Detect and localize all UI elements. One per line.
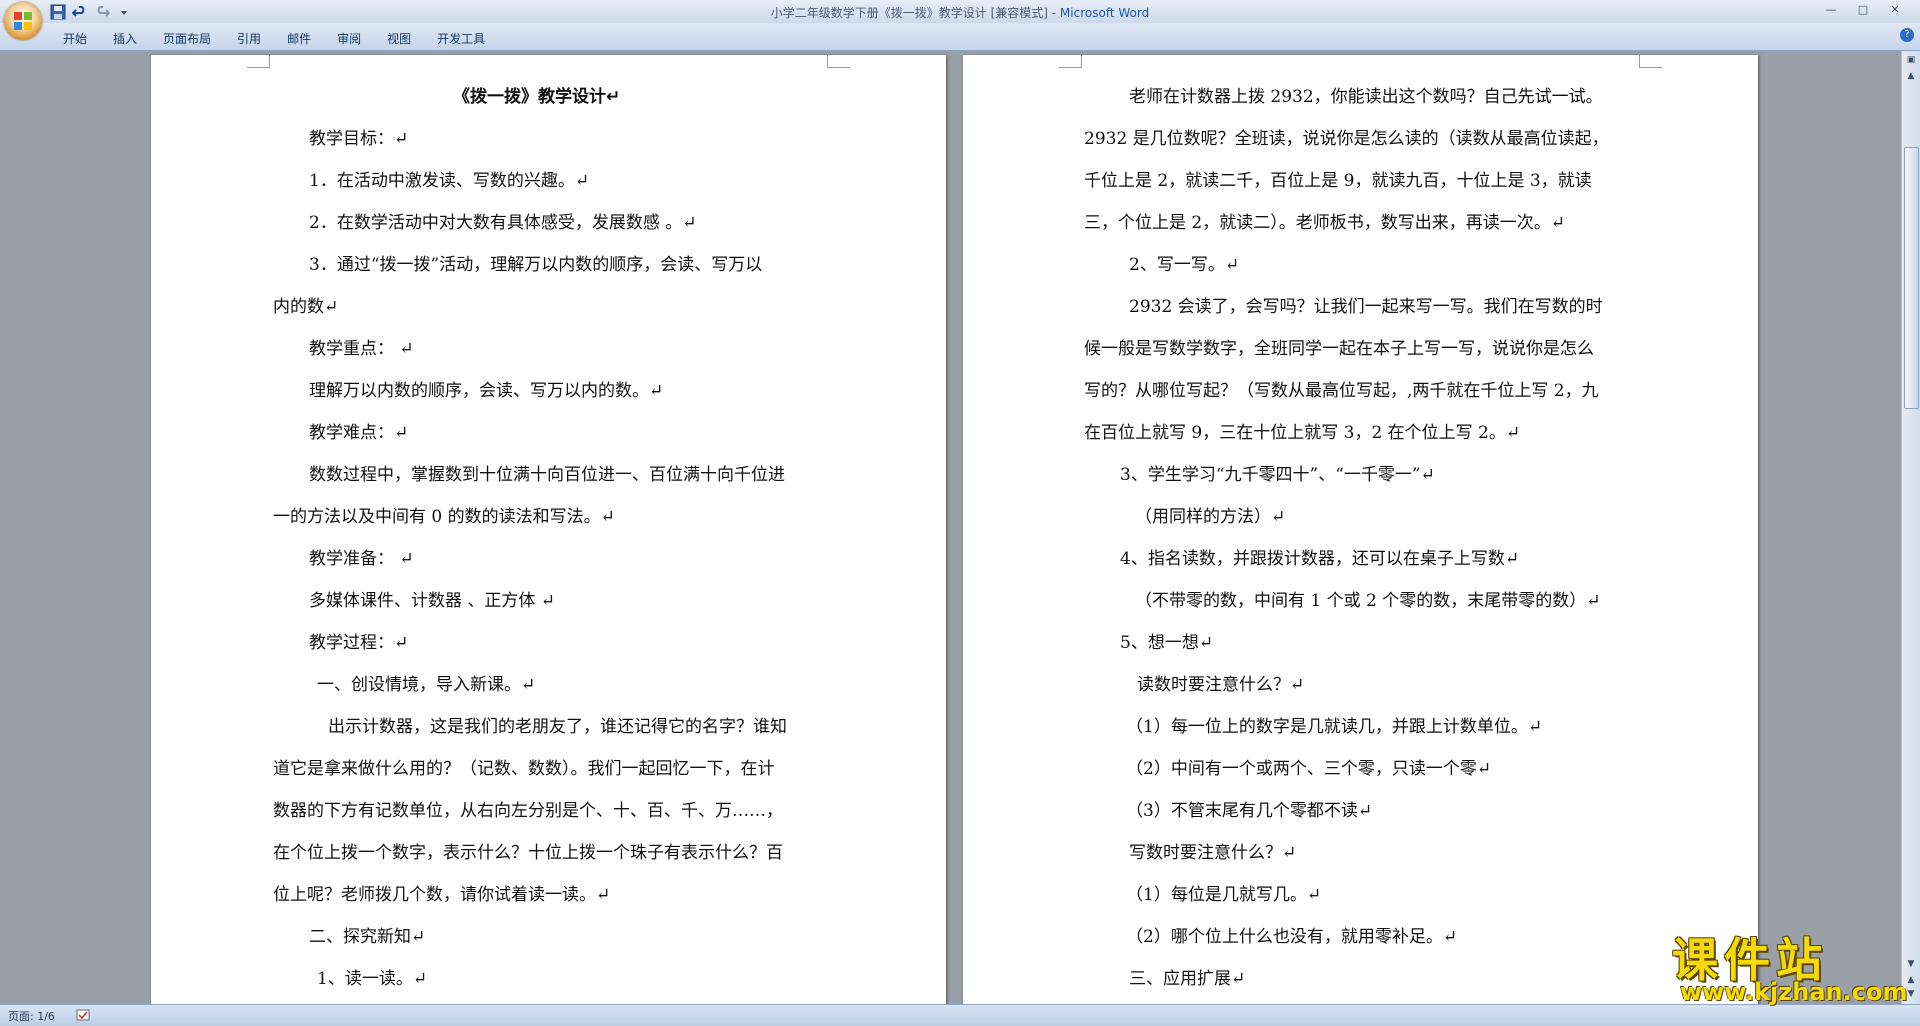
text-line: 三，个位上是 2，就读二）。老师板书，数写出来，再读一次。↵ xyxy=(1084,213,1565,233)
office-logo-icon xyxy=(14,12,32,30)
proofing-icon[interactable] xyxy=(76,1008,90,1022)
tab-page-layout[interactable]: 页面布局 xyxy=(150,28,224,49)
text-line: 道它是拿来做什么用的？（记数、数数）。我们一起回忆一下，在计 xyxy=(273,759,775,779)
text-line: 出示计数器，这是我们的老朋友了，谁还记得它的名字？谁知 xyxy=(328,717,787,737)
text-line: 一、创设情境，导入新课。↵ xyxy=(317,675,536,695)
margin-corner-mark xyxy=(827,55,850,68)
text-line: 在百位上就写 9，三在十位上就写 3，2 在个位上写 2。↵ xyxy=(1084,423,1521,443)
tab-review[interactable]: 审阅 xyxy=(324,28,374,49)
text-line: 2932 会读了，会写吗？让我们一起来写一写。我们在写数的时 xyxy=(1129,297,1603,317)
text-line: 三、应用扩展↵ xyxy=(1129,969,1246,989)
scrollbar-thumb[interactable] xyxy=(1904,147,1919,409)
ribbon-tabs: 开始 插入 页面布局 引用 邮件 审阅 视图 开发工具 xyxy=(50,28,498,49)
tab-developer[interactable]: 开发工具 xyxy=(424,28,498,49)
watermark-logo: 课件站 www.kjzhan.com xyxy=(1672,924,1908,1006)
text-line: 教学准备： ↵ xyxy=(309,549,414,569)
text-line: 内的数↵ xyxy=(273,297,339,317)
text-line: 数数过程中，掌握数到十位满十向百位进一、百位满十向千位进 xyxy=(309,465,785,485)
vertical-scrollbar[interactable]: ▣ ▲ ▼ ▲ ▼ xyxy=(1901,51,1920,1004)
text-line: （2）哪个位上什么也没有，就用零补足。↵ xyxy=(1126,927,1458,947)
document-title: 小学二年级数学下册《拨一拨》教学设计 [兼容模式] - xyxy=(770,6,1060,20)
text-line: 写的？从哪位写起？（写数从最高位写起，,两千就在千位上写 2，九 xyxy=(1084,381,1599,401)
text-line: 千位上是 2，就读二千，百位上是 9，就读九百，十位上是 3，就读 xyxy=(1084,171,1592,191)
office-button[interactable] xyxy=(4,2,42,40)
text-line: 1．在活动中激发读、写数的兴趣。↵ xyxy=(309,171,590,191)
ribbon: 开始 插入 页面布局 引用 邮件 审阅 视图 开发工具 ? xyxy=(0,23,1920,51)
text-line: （不带零的数，中间有 1 个或 2 个零的数，末尾带零的数）↵ xyxy=(1135,591,1601,611)
text-line: 2．在数学活动中对大数有具体感受，发展数感 。↵ xyxy=(309,213,697,233)
text-line: （用同样的方法）↵ xyxy=(1135,507,1286,527)
text-line: 3、学生学习“九千零四十”、“一千零一”↵ xyxy=(1120,465,1435,485)
text-line: 4、指名读数，并跟拨计数器，还可以在桌子上写数↵ xyxy=(1120,549,1520,569)
text-line: 在个位上拨一个数字，表示什么？十位上拨一个珠子有表示什么？百 xyxy=(273,843,783,863)
text-line: 老师在计数器上拨 2932，你能读出这个数吗？自己先试一试。 xyxy=(1129,87,1603,107)
tab-view[interactable]: 视图 xyxy=(374,28,424,49)
text-line: 理解万以内数的顺序，会读、写万以内的数。↵ xyxy=(309,381,664,401)
watermark-url: www.kjzhan.com xyxy=(1680,978,1908,1006)
maximize-icon[interactable]: □ xyxy=(1852,2,1874,18)
margin-corner-mark xyxy=(1059,55,1082,68)
tab-home[interactable]: 开始 xyxy=(50,28,100,49)
text-line: 教学过程：↵ xyxy=(309,633,409,653)
tab-insert[interactable]: 插入 xyxy=(100,28,150,49)
ruler-toggle-icon[interactable]: ▣ xyxy=(1904,53,1918,67)
text-line: 教学难点：↵ xyxy=(309,423,409,443)
text-line: 教学重点： ↵ xyxy=(309,339,414,359)
text-line: 教学目标：↵ xyxy=(309,129,409,149)
text-line: 5、想一想↵ xyxy=(1120,633,1214,653)
close-icon[interactable]: ✕ xyxy=(1884,2,1906,18)
text-line: 二、探究新知↵ xyxy=(309,927,426,947)
help-icon[interactable]: ? xyxy=(1900,28,1914,42)
text-line: 写数时要注意什么？↵ xyxy=(1129,843,1297,863)
text-line: 多媒体课件、计数器 、正方体 ↵ xyxy=(309,591,556,611)
window-title: 小学二年级数学下册《拨一拨》教学设计 [兼容模式] - Microsoft Wo… xyxy=(0,4,1920,21)
margin-corner-mark xyxy=(247,55,270,68)
text-line: 位上呢？老师拨几个数，请你试着读一读。↵ xyxy=(273,885,611,905)
text-line: 2、写一写。↵ xyxy=(1129,255,1240,275)
text-line: 2932 是几位数呢？全班读，说说你是怎么读的（读数从最高位读起， xyxy=(1084,129,1609,149)
tab-references[interactable]: 引用 xyxy=(224,28,274,49)
text-line: 一的方法以及中间有 0 的数的读法和写法。↵ xyxy=(273,507,615,527)
text-line: 3．通过“拨一拨”活动，理解万以内数的顺序，会读、写万以 xyxy=(309,255,763,275)
text-line: 数器的下方有记数单位，从右向左分别是个、十、百、千、万……， xyxy=(273,801,783,821)
page-indicator[interactable]: 页面: 1/6 xyxy=(8,1008,55,1024)
margin-corner-mark xyxy=(1639,55,1662,68)
tab-mailings[interactable]: 邮件 xyxy=(274,28,324,49)
right-page[interactable]: 老师在计数器上拨 2932，你能读出这个数吗？自己先试一试。 2932 是几位数… xyxy=(963,55,1758,1004)
app-name: Microsoft Word xyxy=(1059,6,1150,20)
text-line: （1）每位是几就写几。↵ xyxy=(1126,885,1322,905)
document-workspace: 《拨一拨》教学设计↵ 教学目标：↵ 1．在活动中激发读、写数的兴趣。↵ 2．在数… xyxy=(0,51,1902,1004)
text-line: 候一般是写数学数字，全班同学一起在本子上写一写，说说你是怎么 xyxy=(1084,339,1594,359)
text-line: （3）不管末尾有几个零都不读↵ xyxy=(1126,801,1373,821)
minimize-icon[interactable]: — xyxy=(1820,2,1842,18)
window-controls: — □ ✕ xyxy=(1820,2,1906,18)
text-line: 读数时要注意什么？↵ xyxy=(1137,675,1305,695)
text-line: （1）每一位上的数字是几就读几，并跟上计数单位。↵ xyxy=(1126,717,1543,737)
text-line: （2）中间有一个或两个、三个零，只读一个零↵ xyxy=(1126,759,1492,779)
text-line: 1、读一读。↵ xyxy=(317,969,428,989)
left-page[interactable]: 《拨一拨》教学设计↵ 教学目标：↵ 1．在活动中激发读、写数的兴趣。↵ 2．在数… xyxy=(151,55,946,1004)
status-bar: 页面: 1/6 xyxy=(0,1004,1920,1026)
document-heading: 《拨一拨》教学设计↵ xyxy=(453,87,621,107)
scroll-up-icon[interactable]: ▲ xyxy=(1904,69,1918,83)
title-bar: 小学二年级数学下册《拨一拨》教学设计 [兼容模式] - Microsoft Wo… xyxy=(0,0,1920,23)
